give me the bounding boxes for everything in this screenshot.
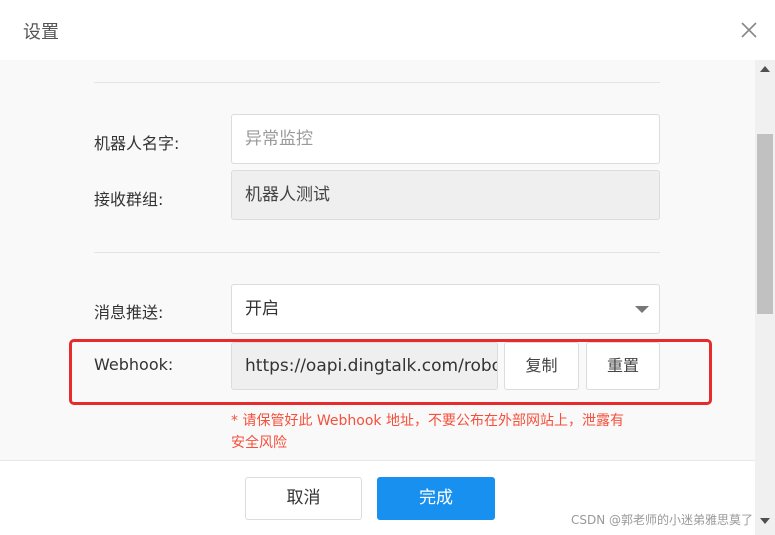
- close-icon[interactable]: [737, 18, 761, 42]
- dialog-header: 设置: [0, 0, 775, 60]
- highlight-box: [69, 339, 712, 405]
- robot-name-input[interactable]: [245, 115, 646, 163]
- warning-line-1: * 请保管好此 Webhook 地址，不要公布在外部网站上，泄露有: [231, 413, 624, 429]
- scroll-up-icon[interactable]: [760, 66, 770, 72]
- robot-name-label: 机器人名字:: [94, 134, 180, 153]
- dialog-body: 机器人名字: 接收群组: 机器人测试 消息推送: 开启 Webhook: htt…: [0, 60, 755, 460]
- cancel-button[interactable]: 取消: [245, 477, 362, 520]
- divider: [94, 82, 660, 83]
- robot-name-field[interactable]: [231, 114, 660, 164]
- push-select[interactable]: 开启: [231, 284, 660, 334]
- receive-group-label: 接收群组:: [94, 190, 164, 209]
- chevron-down-icon: [635, 306, 649, 313]
- divider: [94, 252, 660, 253]
- warning-line-2: 安全风险: [231, 435, 287, 451]
- watermark: CSDN @郭老师的小迷弟雅思莫了: [571, 513, 754, 527]
- scroll-down-icon[interactable]: [760, 518, 770, 524]
- security-warning: * 请保管好此 Webhook 地址，不要公布在外部网站上，泄露有 安全风险: [231, 410, 661, 454]
- vertical-scrollbar[interactable]: [755, 60, 775, 535]
- dialog-footer: 取消 完成 CSDN @郭老师的小迷弟雅思莫了: [0, 460, 755, 535]
- push-select-value: 开启: [245, 299, 279, 319]
- settings-dialog: 设置 机器人名字: 接收群组: 机器人测试 消息推送: 开启 Webhook: …: [0, 0, 775, 535]
- receive-group-field: 机器人测试: [231, 170, 660, 220]
- done-button[interactable]: 完成: [377, 477, 495, 520]
- push-label: 消息推送:: [94, 303, 164, 322]
- dialog-title: 设置: [23, 22, 59, 43]
- scroll-thumb[interactable]: [757, 134, 773, 314]
